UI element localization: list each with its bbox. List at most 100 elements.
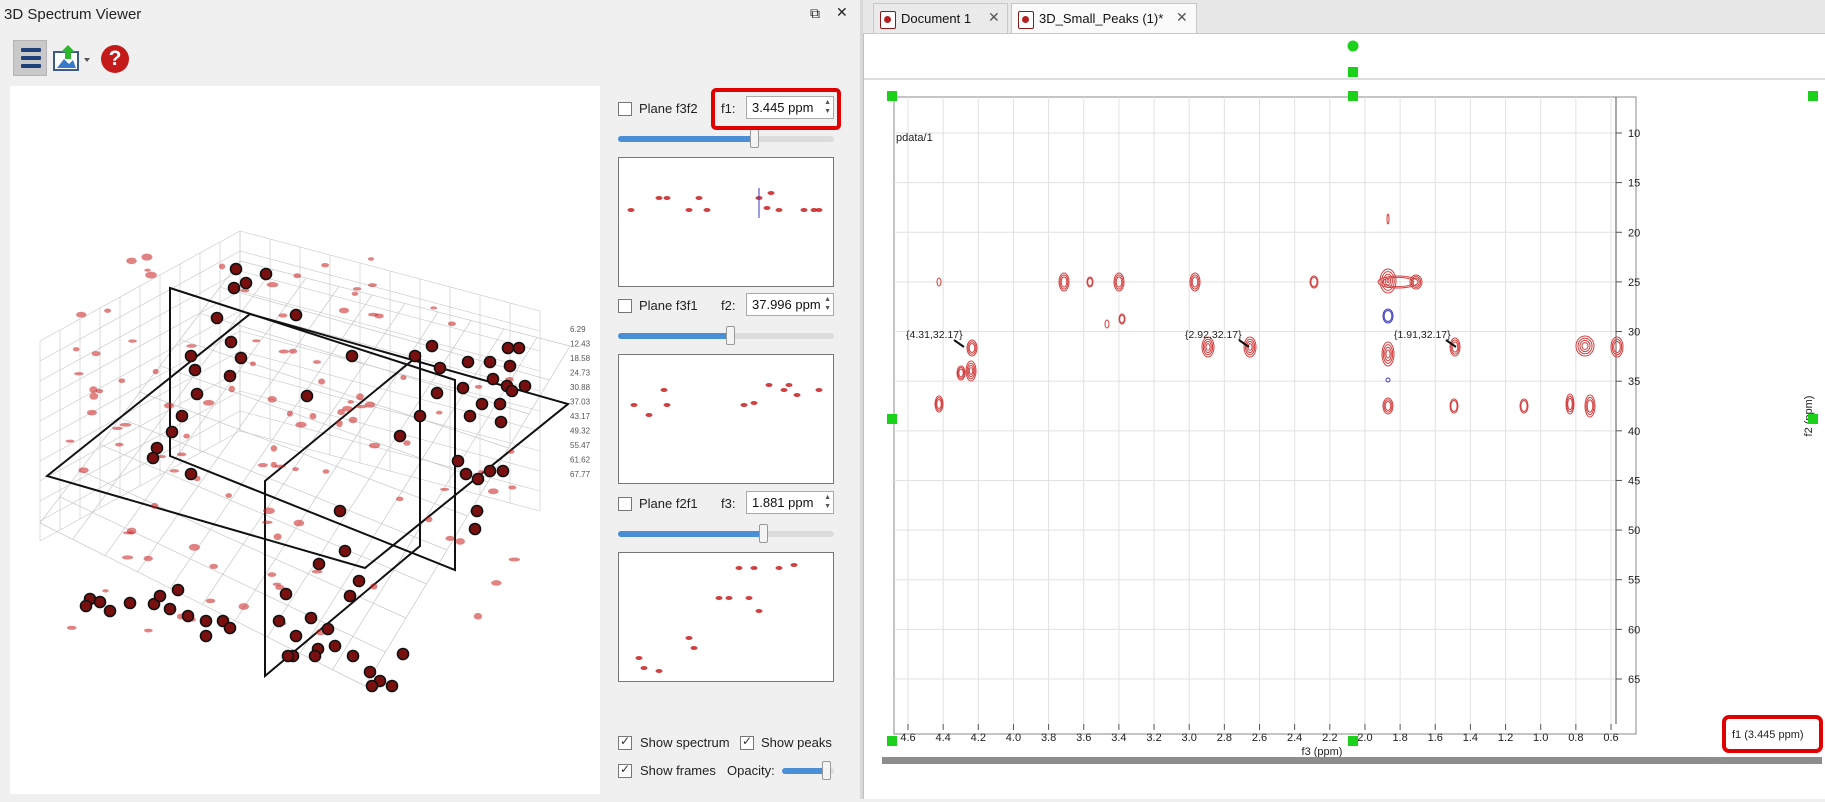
rotate-handle[interactable] bbox=[1347, 40, 1359, 52]
show-frames-checkbox[interactable] bbox=[618, 762, 632, 778]
plane-preview[interactable] bbox=[618, 552, 834, 682]
spectrum-blob bbox=[86, 409, 97, 416]
z-tick-label: 18.58 bbox=[570, 354, 591, 363]
preview-peak bbox=[725, 596, 733, 600]
spectrum-plot-area[interactable] bbox=[893, 96, 1637, 735]
preview-peak bbox=[685, 208, 693, 212]
peak-marker bbox=[333, 504, 347, 518]
preview-peak bbox=[790, 563, 798, 567]
spin-arrows-icon[interactable]: ▲ ▼ bbox=[824, 295, 831, 313]
resize-handle[interactable] bbox=[1348, 67, 1358, 77]
plane-slider[interactable] bbox=[618, 326, 834, 345]
resize-handle[interactable] bbox=[1348, 736, 1358, 746]
peak-marker bbox=[461, 355, 475, 369]
show-peaks-checkbox[interactable] bbox=[740, 734, 754, 750]
resize-handle[interactable] bbox=[887, 91, 897, 101]
z-tick-label: 61.62 bbox=[570, 456, 591, 465]
plane-slider[interactable] bbox=[618, 524, 834, 543]
spectrum-blob bbox=[89, 392, 99, 400]
close-tab-icon[interactable]: ✕ bbox=[1176, 9, 1188, 26]
y-tick-label: 20 bbox=[1628, 227, 1640, 239]
spectrum-blob bbox=[293, 273, 302, 279]
preview-peak bbox=[800, 208, 808, 212]
peak-marker bbox=[259, 267, 273, 281]
peak-marker bbox=[486, 372, 500, 386]
x-tick-label: 3.6 bbox=[1076, 732, 1091, 744]
resize-handle[interactable] bbox=[887, 414, 897, 424]
plane-slider[interactable] bbox=[618, 129, 834, 148]
spectrum-blob bbox=[176, 452, 187, 457]
spin-arrows-icon[interactable]: ▲ ▼ bbox=[824, 493, 831, 511]
spectrum-blob bbox=[474, 384, 483, 389]
peak-marker bbox=[272, 614, 286, 628]
preview-peak bbox=[630, 403, 638, 407]
plane-value-spinbox[interactable]: 1.881 ppm ▲ ▼ bbox=[746, 491, 834, 514]
resize-handle[interactable] bbox=[887, 736, 897, 746]
spectrum-blob bbox=[169, 469, 180, 473]
document-canvas[interactable]: 4.6 4.4 4.2 4.0 3.8 3.6 3.4 3.2 3.0 2.8 2.6 2.4 2.2 2… bbox=[863, 34, 1825, 799]
spectrum-blob bbox=[347, 400, 354, 404]
spectrum-blob bbox=[278, 349, 290, 354]
resize-handle[interactable] bbox=[1808, 91, 1818, 101]
plane-preview[interactable] bbox=[618, 157, 834, 287]
peak-marker bbox=[483, 464, 497, 478]
spectrum-blob bbox=[112, 426, 123, 430]
x-tick-label: 4.4 bbox=[936, 732, 951, 744]
horizontal-scrollbar[interactable] bbox=[882, 757, 1822, 764]
close-dock-icon[interactable]: ✕ bbox=[836, 4, 848, 21]
opacity-slider[interactable] bbox=[782, 761, 834, 780]
peak-marker bbox=[501, 341, 515, 355]
peak-marker bbox=[393, 429, 407, 443]
spectrum-blob bbox=[205, 598, 216, 604]
plane-checkbox[interactable] bbox=[618, 497, 632, 511]
preview-peak bbox=[627, 208, 635, 212]
peak-marker bbox=[475, 397, 489, 411]
tab-label: 3D_Small_Peaks (1)* bbox=[1039, 11, 1164, 26]
help-icon[interactable]: ? bbox=[101, 45, 129, 73]
preview-peak bbox=[715, 596, 723, 600]
peak-marker bbox=[190, 387, 204, 401]
preview-peak bbox=[750, 566, 758, 570]
plot-3d-view[interactable]: 6.29 12.43 18.58 24.73 30.88 37.03 43.17 49.32 5… bbox=[10, 86, 600, 794]
resize-handle[interactable] bbox=[1348, 91, 1358, 101]
menu-icon[interactable] bbox=[13, 40, 47, 76]
spectrum-blob bbox=[209, 563, 219, 569]
peak-marker bbox=[396, 647, 410, 661]
tab-document-1[interactable]: Document 1 ✕ bbox=[873, 3, 1008, 33]
export-icon[interactable] bbox=[52, 44, 92, 74]
resize-handle[interactable] bbox=[1808, 414, 1818, 424]
tab-label: Document 1 bbox=[901, 11, 972, 26]
x-tick-label: 1.0 bbox=[1533, 732, 1548, 744]
show-spectrum-checkbox[interactable] bbox=[618, 734, 632, 750]
spectrum-blob bbox=[293, 519, 305, 527]
plane-checkbox[interactable] bbox=[618, 102, 632, 116]
spectrum-blob bbox=[311, 569, 323, 574]
peak-marker bbox=[496, 464, 510, 478]
y-tick-label: 60 bbox=[1628, 624, 1640, 636]
float-dock-icon[interactable]: ⧉ bbox=[810, 5, 820, 22]
peak-marker bbox=[188, 363, 202, 377]
spectrum-blob bbox=[425, 516, 433, 523]
peak-marker bbox=[184, 467, 198, 481]
plane-value-spinbox[interactable]: 37.996 ppm ▲ ▼ bbox=[746, 293, 834, 316]
floor-grid-line bbox=[364, 345, 571, 687]
peak-marker bbox=[345, 349, 359, 363]
plane-label: Plane f3f2 bbox=[639, 101, 698, 116]
spectrum-blob bbox=[65, 439, 75, 443]
peak-marker bbox=[343, 589, 357, 603]
plane-preview[interactable] bbox=[618, 354, 834, 484]
z-tick-label: 12.43 bbox=[570, 340, 591, 349]
close-tab-icon[interactable]: ✕ bbox=[988, 9, 1000, 26]
peak-marker bbox=[365, 679, 379, 693]
spectrum-blob bbox=[348, 416, 358, 424]
spectrum-blob bbox=[150, 502, 159, 509]
spectrum-blob bbox=[318, 378, 326, 385]
preview-peak bbox=[660, 388, 668, 392]
preview-peak bbox=[815, 388, 823, 392]
spectrum-blob bbox=[76, 311, 87, 318]
plane-checkbox[interactable] bbox=[618, 299, 632, 313]
spectrum-blob bbox=[270, 461, 277, 468]
peak-marker bbox=[459, 467, 473, 481]
y-tick-label: 55 bbox=[1628, 575, 1640, 587]
tab-3d-small-peaks[interactable]: 3D_Small_Peaks (1)* ✕ bbox=[1011, 3, 1197, 33]
